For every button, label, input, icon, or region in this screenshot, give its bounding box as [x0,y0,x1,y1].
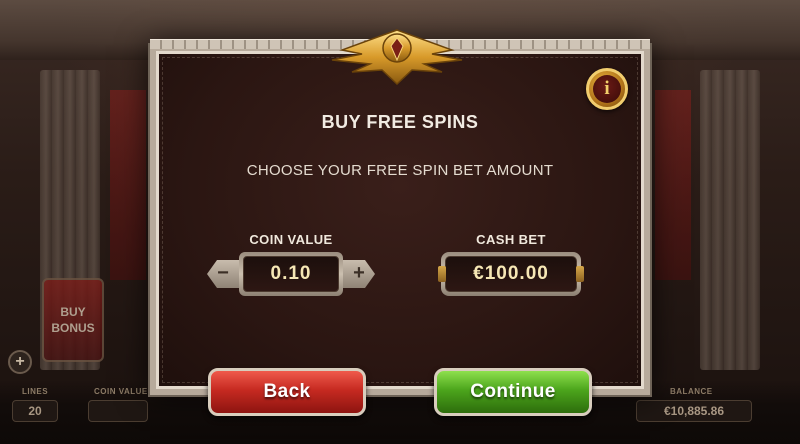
cash-bet-display: €100.00 [438,252,584,296]
rivet-right [576,266,584,282]
balance-value: €10,885.86 [636,400,752,422]
minus-icon[interactable]: − [211,262,235,286]
left-banner [110,90,146,280]
balance-label: BALANCE [670,387,713,396]
coin-value-stepper: − + 0.10 [207,252,375,296]
hud-coin-value-box [88,400,148,422]
coin-value-label: COIN VALUE [249,232,333,247]
coin-value-text: 0.10 [243,256,339,292]
buy-bonus-label-line2: BONUS [51,321,95,335]
right-banner [655,90,691,280]
right-column [700,70,760,370]
dialog-title: BUY FREE SPINS [321,112,479,132]
buy-bonus-button[interactable]: BUY BONUS [42,278,104,362]
plus-icon[interactable]: + [347,262,371,286]
hud-coin-value-label: COIN VALUE [94,387,148,396]
lines-value: 20 [12,400,58,422]
rivet-left [438,266,446,282]
cash-bet-value: €100.00 [445,256,577,292]
add-icon[interactable]: + [8,350,32,374]
eagle-emblem-icon [331,29,463,86]
buy-bonus-label-line1: BUY [60,305,86,319]
lines-label: LINES [22,387,49,396]
dialog-subtitle: CHOOSE YOUR FREE SPIN BET AMOUNT [246,162,554,179]
coin-value-display: 0.10 [239,252,343,296]
cash-bet-label: CASH BET [476,232,546,247]
continue-button[interactable]: Continue [434,368,592,416]
info-button[interactable]: i [586,68,628,110]
back-button[interactable]: Back [208,368,366,416]
info-icon: i [593,75,621,103]
buy-free-spins-dialog [148,39,652,397]
